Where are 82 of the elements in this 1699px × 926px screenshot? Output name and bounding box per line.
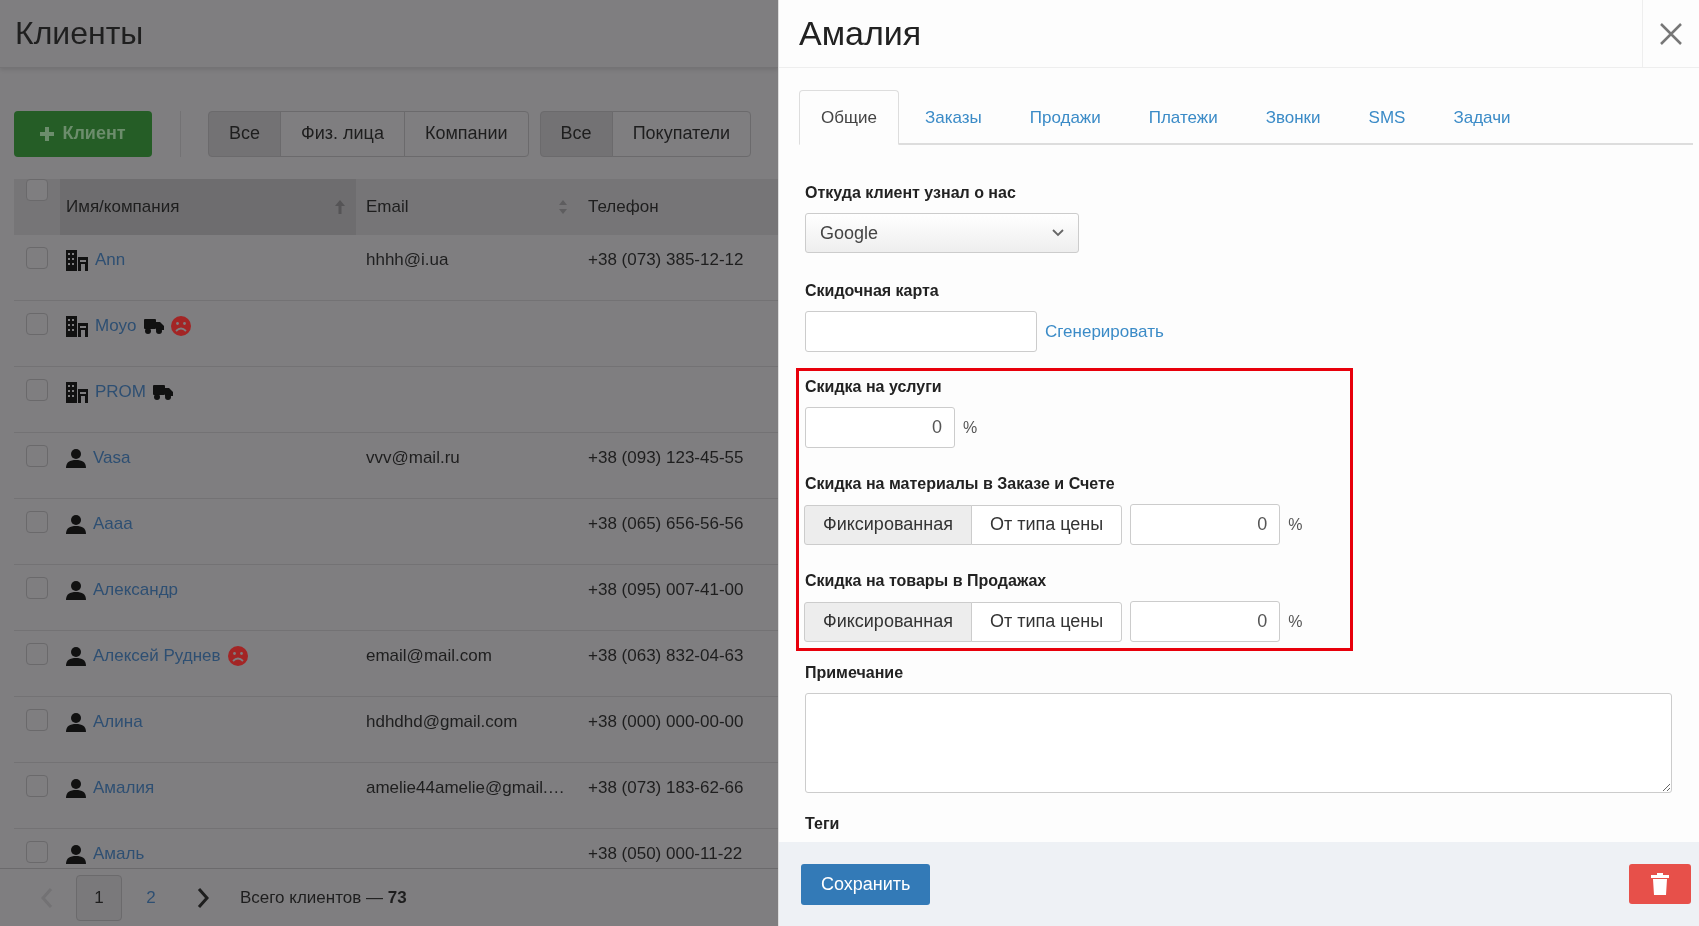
add-client-button[interactable]: Клиент xyxy=(14,110,152,157)
client-name-link[interactable]: Амаль xyxy=(93,841,145,867)
person-icon xyxy=(66,579,86,600)
page-button[interactable]: 2 xyxy=(128,874,174,921)
page-button[interactable]: 1 xyxy=(76,874,122,921)
chevron-right-icon xyxy=(197,888,209,909)
client-name-link[interactable]: Vasa xyxy=(93,445,131,471)
total-count: Всего клиентов — 73 xyxy=(240,886,407,909)
field-label: Скидочная карта xyxy=(805,281,940,301)
filter-button[interactable]: Все xyxy=(208,110,282,157)
service-discount-field[interactable]: 0 xyxy=(805,407,955,448)
tab[interactable]: Продажи xyxy=(1007,90,1123,145)
panel-title: Амалия xyxy=(798,13,923,55)
discount-field[interactable]: 0 xyxy=(1130,601,1281,642)
person-icon xyxy=(66,645,86,666)
mode-button[interactable]: От типа цены xyxy=(970,601,1123,642)
field-label: Скидка на услуги xyxy=(805,377,943,397)
person-icon xyxy=(66,513,86,534)
mode-button[interactable]: От типа цены xyxy=(970,504,1123,545)
tab[interactable]: Задачи xyxy=(1431,90,1533,145)
client-name-link[interactable]: PROM xyxy=(95,379,146,405)
plus-icon xyxy=(40,126,55,141)
field-label: Скидка на материалы в Заказе и Счете xyxy=(805,474,1116,494)
save-button[interactable]: Сохранить xyxy=(801,863,931,905)
page-title: Клиенты xyxy=(15,14,144,53)
column-header[interactable]: Email xyxy=(366,194,409,220)
tab[interactable]: Платежи xyxy=(1126,90,1240,145)
discount-field[interactable]: 0 xyxy=(1130,504,1281,545)
filter-button[interactable]: Компании xyxy=(403,110,529,157)
tab[interactable]: SMS xyxy=(1346,90,1428,145)
trash-icon xyxy=(1651,873,1669,895)
phone-cell-text: +38 (000) 000-00-00 xyxy=(588,711,744,733)
client-name-link[interactable]: Алексей Руднев xyxy=(93,643,221,669)
percent-label: % xyxy=(963,417,978,438)
filter-button[interactable]: Покупатели xyxy=(611,110,752,157)
column-header[interactable]: Телефон xyxy=(588,194,659,220)
phone-cell-text: +38 (095) 007-41-00 xyxy=(588,579,744,601)
percent-label: % xyxy=(1288,611,1303,632)
chevron-down-icon xyxy=(1052,229,1064,237)
client-name-link[interactable]: Aaaa xyxy=(93,511,133,537)
phone-cell-text: +38 (063) 832-04-63 xyxy=(588,645,744,667)
email-cell-text: hdhdhd@gmail.com xyxy=(366,711,518,733)
building-icon xyxy=(66,380,88,403)
client-name-link[interactable]: Алина xyxy=(93,709,143,735)
generate-link[interactable]: Сгенерировать xyxy=(1045,318,1164,345)
percent-label: % xyxy=(1288,514,1303,535)
client-name-link[interactable]: Ann xyxy=(95,247,126,273)
client-name-link[interactable]: Александр xyxy=(93,577,179,603)
close-icon xyxy=(1660,22,1682,45)
note-field[interactable] xyxy=(805,693,1672,793)
mode-button[interactable]: Фиксированная xyxy=(804,601,972,642)
discount-card-field[interactable] xyxy=(805,311,1037,352)
phone-cell-text: +38 (050) 000-11-22 xyxy=(588,843,743,865)
filter-button[interactable]: Физ. лица xyxy=(280,110,405,157)
person-icon xyxy=(66,777,86,798)
source-select[interactable]: Google xyxy=(805,213,1079,253)
building-icon xyxy=(66,314,88,337)
mode-button[interactable]: Фиксированная xyxy=(804,504,972,545)
email-cell-text: hhhh@i.ua xyxy=(366,249,449,271)
phone-cell-text: +38 (073) 385-12-12 xyxy=(588,249,744,271)
delete-button[interactable] xyxy=(1629,864,1691,904)
client-name-link[interactable]: Moyo xyxy=(95,313,137,339)
client-name-link[interactable]: Амалия xyxy=(93,775,155,801)
person-icon xyxy=(66,447,86,468)
tab[interactable]: Заказы xyxy=(902,90,1004,145)
field-label: Примечание xyxy=(805,663,905,683)
email-cell-text: email@mail.com xyxy=(366,645,492,667)
building-icon xyxy=(66,248,88,271)
phone-cell-text: +38 (093) 123-45-55 xyxy=(588,447,744,469)
field-label: Откуда клиент узнал о нас xyxy=(805,183,1017,203)
person-icon xyxy=(66,711,86,732)
tab[interactable]: Общие xyxy=(799,90,899,145)
person-icon xyxy=(66,843,86,864)
column-header[interactable]: Имя/компания xyxy=(66,194,180,220)
email-cell-text: amelie44amelie@gmail.… xyxy=(366,777,565,799)
email-cell-text: vvv@mail.ru xyxy=(366,447,460,469)
tab[interactable]: Звонки xyxy=(1243,90,1343,145)
filter-button[interactable]: Все xyxy=(539,110,613,157)
phone-cell-text: +38 (073) 183-62-66 xyxy=(588,777,744,799)
phone-cell-text: +38 (065) 656-56-56 xyxy=(588,513,744,535)
field-label: Скидка на товары в Продажах xyxy=(805,571,1048,591)
field-label: Теги xyxy=(805,814,841,834)
